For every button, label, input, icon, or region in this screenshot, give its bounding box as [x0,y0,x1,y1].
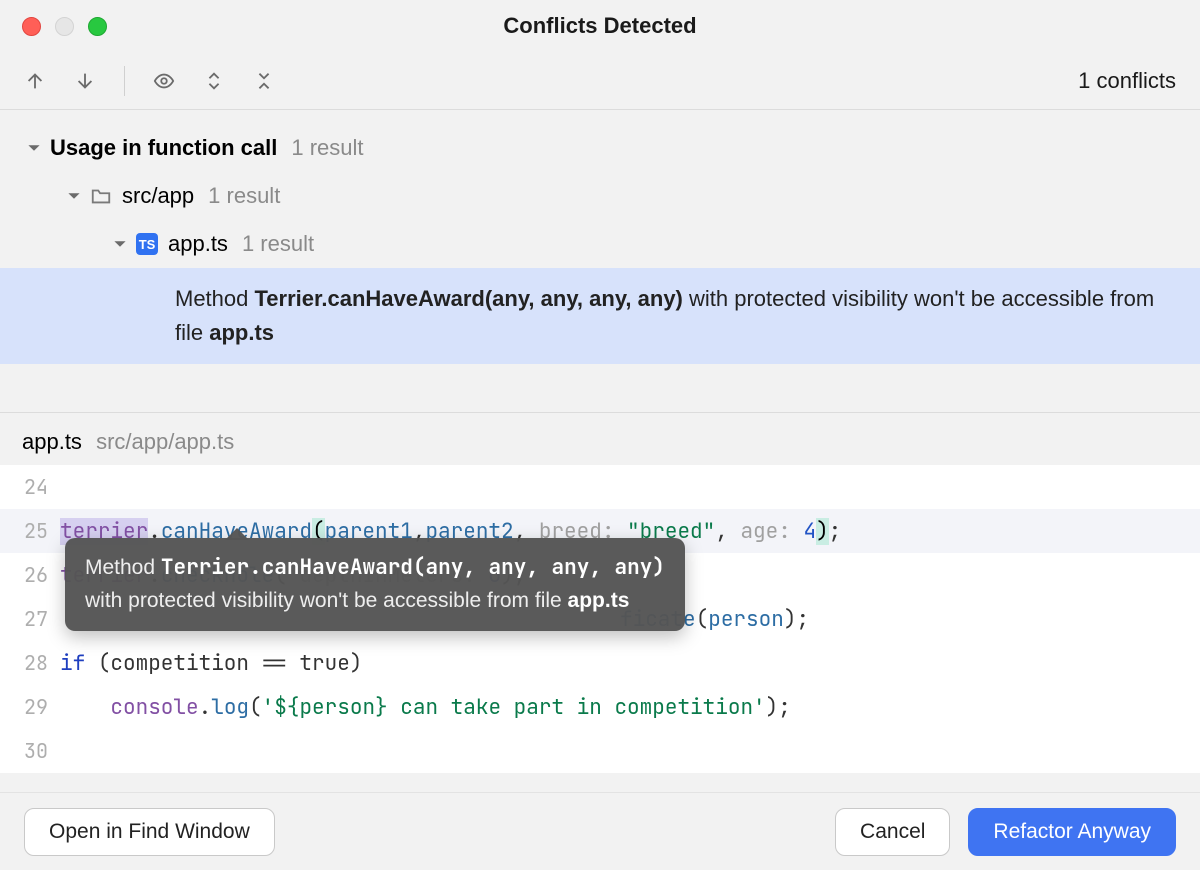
preview-toggle-button[interactable] [147,64,181,98]
gutter-line-number: 29 [0,694,60,720]
tooltip-text-prefix: Method [85,556,161,579]
toolbar-separator [124,66,125,96]
code-line: 29 console.log('${person} can take part … [0,685,1200,729]
preview-file-name: app.ts [22,429,82,454]
dialog-footer: Open in Find Window Cancel Refactor Anyw… [0,792,1200,870]
arrow-up-icon [24,70,46,92]
typescript-file-icon: TS [136,233,158,255]
toolbar: 1 conflicts [0,52,1200,110]
tooltip-method-signature: Terrier.canHaveAward(any, any, any, any) [161,554,665,581]
tree-folder-count: 1 result [208,183,280,209]
chevron-down-icon [24,141,44,155]
tree-file-label: app.ts [168,231,228,257]
conflict-method-signature: Terrier.canHaveAward(any, any, any, any) [255,286,683,311]
code-content: if (competition == true) [60,650,362,677]
conflicts-tree: Usage in function call 1 result src/app … [0,110,1200,386]
window-title: Conflicts Detected [0,13,1200,39]
code-content: console.log('${person} can take part in … [60,694,791,721]
code-line: 28 if (competition == true) [0,641,1200,685]
collapse-all-button[interactable] [247,64,281,98]
tree-file-row[interactable]: TS app.ts 1 result [0,220,1200,268]
preview-header: app.ts src/app/app.ts [0,413,1200,465]
chevron-down-icon [64,189,84,203]
eye-icon [153,70,175,92]
open-in-find-window-button[interactable]: Open in Find Window [24,808,275,856]
code-preview[interactable]: 24 25 terrier.canHaveAward(parent1,paren… [0,465,1200,773]
tree-file-count: 1 result [242,231,314,257]
refactor-anyway-button[interactable]: Refactor Anyway [968,808,1176,856]
tree-group-row[interactable]: Usage in function call 1 result [0,124,1200,172]
conflict-tooltip: Method Terrier.canHaveAward(any, any, an… [65,538,685,631]
expand-collapse-button[interactable] [197,64,231,98]
conflict-item[interactable]: Method Terrier.canHaveAward(any, any, an… [0,268,1200,364]
chevron-down-icon [110,237,130,251]
gutter-line-number: 25 [0,518,60,544]
gutter-line-number: 27 [0,606,60,632]
code-line: 30 [0,729,1200,773]
tree-folder-row[interactable]: src/app 1 result [0,172,1200,220]
chevrons-vertical-icon [203,70,225,92]
conflict-file-name: app.ts [209,320,274,345]
cancel-button[interactable]: Cancel [835,808,950,856]
tooltip-text-suffix: with protected visibility won't be acces… [85,589,568,612]
next-occurrence-button[interactable] [68,64,102,98]
folder-icon [90,185,112,207]
gutter-line-number: 26 [0,562,60,588]
conflict-text-prefix: Method [175,286,255,311]
conflict-count: 1 conflicts [1078,68,1176,94]
gutter-line-number: 24 [0,474,60,500]
gutter-line-number: 28 [0,650,60,676]
titlebar: Conflicts Detected [0,0,1200,52]
arrow-down-icon [74,70,96,92]
chevrons-collapse-icon [253,70,275,92]
tree-folder-label: src/app [122,183,194,209]
tooltip-arrow [225,528,249,540]
preview-file-path: src/app/app.ts [96,429,234,454]
code-line: 24 [0,465,1200,509]
gutter-line-number: 30 [0,738,60,764]
tree-group-count: 1 result [291,135,363,161]
toolbar-left-group [18,64,281,98]
tooltip-file-name: app.ts [568,589,630,612]
tree-group-label: Usage in function call [50,135,277,161]
dialog-window: Conflicts Detected 1 conflicts [0,0,1200,870]
prev-occurrence-button[interactable] [18,64,52,98]
